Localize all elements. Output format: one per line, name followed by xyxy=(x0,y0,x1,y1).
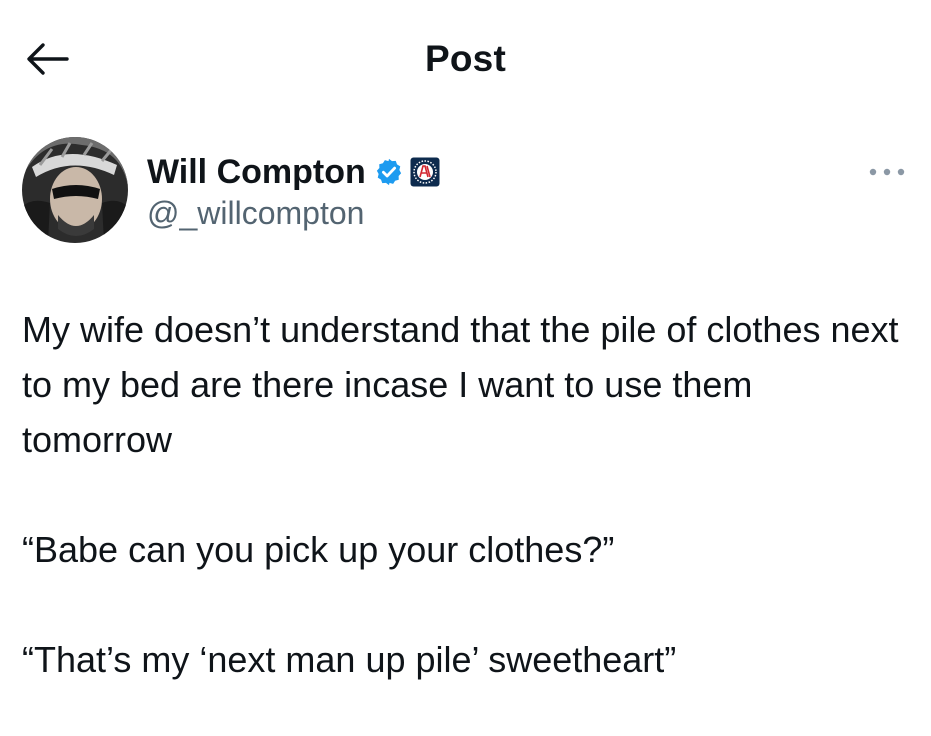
name-row: Will Compton xyxy=(147,151,440,193)
author-display-name[interactable]: Will Compton xyxy=(147,151,366,193)
post-text: My wife doesn’t understand that the pile… xyxy=(22,302,912,687)
more-options-button[interactable] xyxy=(862,157,912,187)
more-horizontal-icon xyxy=(869,168,905,176)
post-paragraph: My wife doesn’t understand that the pile… xyxy=(22,309,899,460)
post-paragraph: “Babe can you pick up your clothes?” xyxy=(22,529,615,570)
post-paragraph: “That’s my ‘next man up pile’ sweetheart… xyxy=(22,639,677,680)
barstool-affiliate-badge-icon[interactable] xyxy=(410,157,440,187)
verified-badge-icon xyxy=(374,157,404,187)
author-handle[interactable]: @_willcompton xyxy=(147,193,364,233)
post-author: Will Compton @_willcompton xyxy=(22,137,912,247)
top-bar: Post xyxy=(0,0,931,120)
avatar-photo xyxy=(22,137,128,243)
avatar[interactable] xyxy=(22,137,128,243)
page-title: Post xyxy=(425,38,506,79)
